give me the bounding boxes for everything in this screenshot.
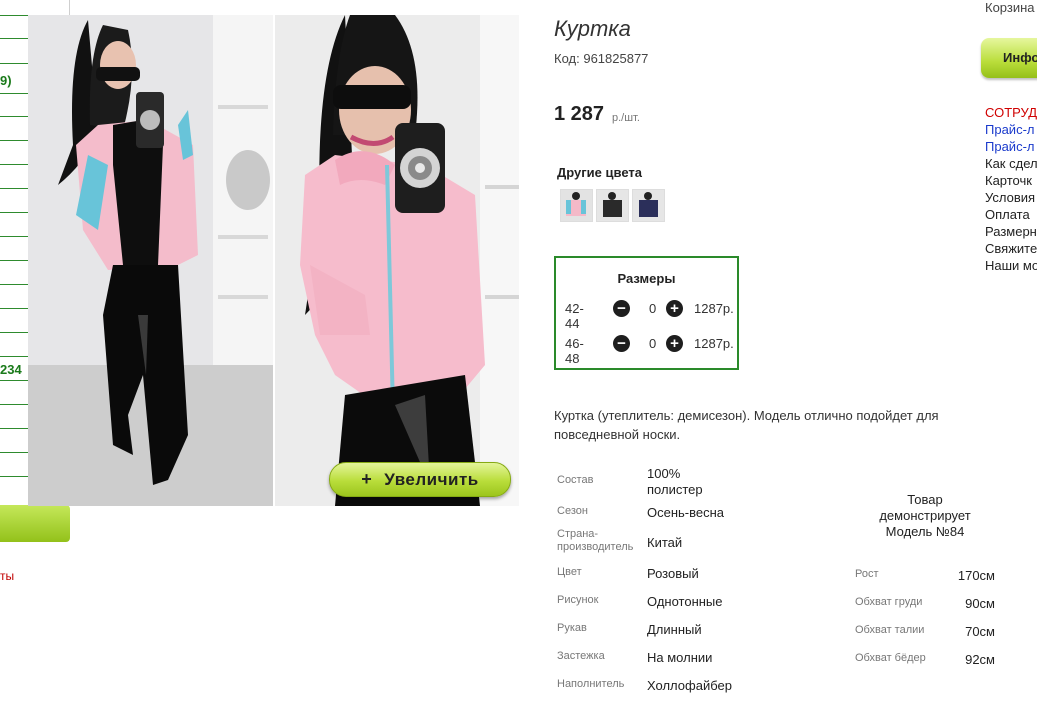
info-tab-label: Инфо (1003, 50, 1037, 65)
product-photo-front[interactable] (28, 15, 273, 506)
product-photo-closeup[interactable]: + Увеличить (275, 15, 519, 506)
product-price: 1 287 (554, 103, 605, 125)
product-code-value: 961825877 (583, 51, 649, 66)
right-nav-link[interactable]: СОТРУД (985, 105, 1037, 120)
model-title: Товар демонстрирует Модель №84 (879, 492, 971, 539)
sidebar-row-divider (0, 63, 28, 64)
size-quantity: 0 (649, 301, 657, 316)
sidebar-row-divider (0, 212, 28, 213)
product-photo-image (275, 15, 519, 506)
attribute-value: Розовый (647, 566, 699, 581)
model-measure-value: 70см (965, 624, 995, 639)
size-label: 42-44 (565, 301, 584, 331)
sizes-panel: Размеры 42-44 − 0 + 1287р. 46-48 − 0 + 1… (554, 256, 739, 370)
size-price: 1287р. (694, 301, 734, 316)
sizes-title: Размеры (617, 271, 676, 286)
product-photo-image (28, 15, 273, 506)
attribute-key: Наполнитель (557, 678, 625, 690)
sidebar-row-divider (0, 188, 28, 189)
right-nav-link[interactable]: Прайс-л (985, 122, 1034, 137)
attribute-value: Длинный (647, 622, 702, 637)
sidebar-red-link[interactable]: ты (0, 569, 14, 583)
product-gallery[interactable]: + Увеличить (28, 15, 519, 506)
right-nav-link[interactable]: Карточк (985, 173, 1032, 188)
product-code-label: Код: (554, 51, 580, 66)
model-measure-value: 92см (965, 652, 995, 667)
product-description: Куртка (утеплитель: демисезон). Модель о… (554, 408, 939, 442)
minus-icon[interactable]: − (613, 335, 630, 352)
right-nav-link[interactable]: Наши мо (985, 258, 1037, 273)
attribute-key: Рисунок (557, 594, 599, 606)
model-measure-key: Обхват бёдер (855, 652, 926, 664)
size-quantity: 0 (649, 336, 657, 351)
sidebar-row-divider (0, 164, 28, 165)
zoom-button-label: Увеличить (384, 469, 479, 489)
zoom-button[interactable]: + Увеличить (329, 462, 511, 497)
sidebar-green-tab[interactable] (0, 505, 70, 542)
model-measure-key: Обхват талии (855, 624, 925, 636)
other-colors-title: Другие цвета (557, 165, 642, 180)
sidebar-row-divider (0, 284, 28, 285)
plus-icon[interactable]: + (666, 300, 683, 317)
size-label: 46-48 (565, 336, 584, 366)
sidebar-divider (69, 0, 70, 15)
attribute-value: Холлофайбер (647, 678, 732, 693)
sidebar-row-divider (0, 15, 28, 16)
sidebar-row-divider (0, 380, 28, 381)
product-title: Куртка (554, 16, 631, 41)
right-nav-link[interactable]: Размерн (985, 224, 1037, 239)
attribute-value: Однотонные (647, 594, 723, 609)
sidebar-row-divider (0, 404, 28, 405)
cart-link[interactable]: Корзина (985, 0, 1035, 15)
plus-icon: + (361, 469, 373, 489)
sidebar-row-divider (0, 140, 28, 141)
model-measure-value: 170см (957, 568, 995, 583)
product-code: Код: 961825877 (554, 51, 648, 66)
attribute-key: Застежка (557, 650, 605, 662)
sidebar-row-divider (0, 116, 28, 117)
attribute-value: На молнии (647, 650, 713, 665)
attribute-value: Китай (647, 535, 683, 550)
sidebar-row-divider (0, 332, 28, 333)
attribute-key: Состав (557, 474, 594, 486)
right-nav-link[interactable]: Как сдел (985, 156, 1037, 171)
sidebar-row-divider (0, 93, 28, 94)
price-unit: р./шт. (612, 112, 640, 124)
sidebar-row-divider (0, 428, 28, 429)
attribute-key: Сезон (557, 505, 588, 517)
attribute-key: Цвет (557, 566, 582, 578)
right-nav-link[interactable]: Условия (985, 190, 1035, 205)
sidebar-row-divider (0, 308, 28, 309)
sidebar-row-divider (0, 236, 28, 237)
sidebar-row-divider (0, 356, 28, 357)
attribute-key: Рукав (557, 622, 587, 634)
sidebar-item-fragment[interactable]: 234 (0, 362, 22, 377)
right-nav-link[interactable]: Свяжите (985, 241, 1037, 256)
sidebar-item-fragment[interactable]: 9) (0, 73, 12, 88)
right-nav-link[interactable]: Оплата (985, 207, 1030, 222)
info-tab[interactable]: Инфо (981, 38, 1037, 78)
right-nav-link[interactable]: Прайс-л (985, 139, 1034, 154)
attribute-key: Страна-производитель (557, 528, 634, 553)
color-swatch-black[interactable] (596, 189, 629, 222)
sidebar-row-divider (0, 38, 28, 39)
size-price: 1287р. (694, 336, 734, 351)
model-measure-key: Обхват груди (855, 596, 923, 608)
minus-icon[interactable]: − (613, 300, 630, 317)
sidebar-row-divider (0, 476, 28, 477)
sidebar-row-divider (0, 452, 28, 453)
plus-icon[interactable]: + (666, 335, 683, 352)
color-swatch-navy[interactable] (632, 189, 665, 222)
model-measure-key: Рост (855, 568, 879, 580)
attribute-value: 100% полистер (647, 466, 703, 497)
color-swatch-pink-blue[interactable] (560, 189, 593, 222)
attribute-value: Осень-весна (647, 505, 725, 520)
sidebar-row-divider (0, 260, 28, 261)
model-measure-value: 90см (965, 596, 995, 611)
